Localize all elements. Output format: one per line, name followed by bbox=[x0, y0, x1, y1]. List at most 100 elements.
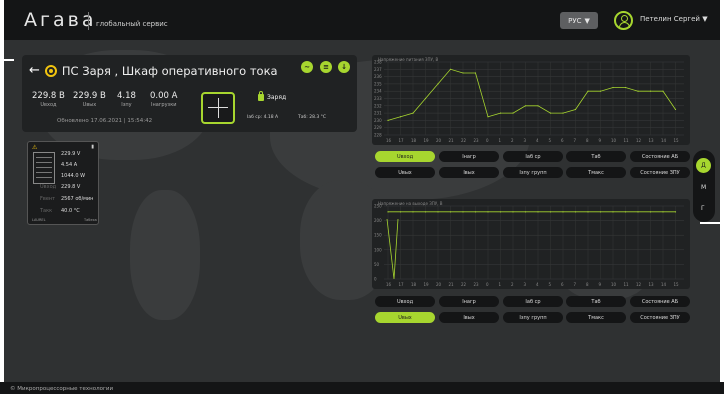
x-tick-label: 18 bbox=[411, 282, 417, 287]
x-tick-label: 2 bbox=[511, 282, 514, 287]
metric-value: 229.8 В bbox=[32, 91, 65, 101]
chart-svg: 25020015010050016 17 18 19 20 21 22 23 0 1 2 3 4 5 6 7 8… bbox=[374, 204, 684, 287]
x-tick-label: 14 bbox=[661, 138, 667, 143]
device-model: Табеха bbox=[84, 218, 97, 222]
x-tick-label: 7 bbox=[574, 138, 577, 143]
y-tick-label: 231 bbox=[374, 111, 382, 116]
x-tick-label: 3 bbox=[524, 282, 527, 287]
param-button[interactable]: Iзпу групп bbox=[503, 167, 563, 178]
param-button[interactable]: Uвход bbox=[375, 296, 435, 307]
x-tick-label: 23 bbox=[474, 138, 480, 143]
app-logo[interactable]: Агава bbox=[24, 9, 96, 31]
page-title: ← ПС Заря , Шкаф оперативного тока bbox=[29, 63, 278, 78]
lock-icon bbox=[258, 91, 264, 101]
metric-label: Uвых bbox=[82, 102, 97, 108]
y-tick-label: 50 bbox=[374, 262, 380, 267]
param-button[interactable]: Iаб ср bbox=[503, 151, 563, 162]
charge-status: Заряд bbox=[258, 91, 286, 101]
back-arrow-icon[interactable]: ← bbox=[29, 63, 40, 78]
device-value: 40.0 °С bbox=[61, 208, 80, 214]
metric-value: 229.9 В bbox=[73, 91, 106, 101]
y-tick-label: 228 bbox=[374, 133, 382, 138]
y-tick-label: 100 bbox=[374, 247, 382, 252]
param-button[interactable]: Iаб ср bbox=[503, 296, 563, 307]
device-value: 1044.0 W bbox=[61, 173, 86, 179]
period-switch: Д М Г bbox=[693, 150, 715, 222]
user-name: Петелин Сергей bbox=[640, 15, 700, 23]
param-button[interactable]: Uвход bbox=[375, 151, 435, 162]
metric-uout: 229.9 В Uвых bbox=[73, 91, 106, 108]
param-button[interactable]: Состояние АБ bbox=[630, 296, 690, 307]
param-button[interactable]: Iзпу групп bbox=[503, 312, 563, 323]
user-menu[interactable]: Петелин Сергей ▼ bbox=[640, 15, 708, 23]
x-tick-label: 10 bbox=[611, 138, 617, 143]
param-button[interactable]: Tаб bbox=[566, 296, 626, 307]
x-tick-label: 4 bbox=[536, 138, 539, 143]
y-tick-label: 200 bbox=[374, 218, 382, 223]
x-tick-label: 21 bbox=[449, 282, 455, 287]
device-panel[interactable]: ⚠ ▮ 229.9 V 4.54 A 1044.0 W Uвход 229.8 … bbox=[27, 141, 99, 225]
device-value: 229.8 V bbox=[61, 184, 81, 190]
x-tick-label: 17 bbox=[399, 282, 405, 287]
param-button[interactable]: Состояние АБ bbox=[630, 151, 690, 162]
param-button[interactable]: Tмакс bbox=[566, 312, 626, 323]
right-edge bbox=[720, 0, 724, 394]
device-label: Uвход bbox=[40, 184, 57, 190]
download-icon[interactable]: ↓ bbox=[338, 61, 350, 73]
x-tick-label: 20 bbox=[436, 282, 442, 287]
device-value: 4.54 A bbox=[61, 162, 78, 168]
metric-iload: 0.00 А Iнагрузки bbox=[150, 91, 177, 108]
x-tick-label: 8 bbox=[586, 138, 589, 143]
x-tick-label: 5 bbox=[549, 138, 552, 143]
x-tick-label: 20 bbox=[436, 138, 442, 143]
metric-value: 0.00 А bbox=[150, 91, 178, 101]
y-tick-label: 237 bbox=[374, 67, 382, 72]
device-label: Fвент bbox=[40, 196, 56, 202]
x-tick-label: 22 bbox=[461, 282, 467, 287]
x-tick-label: 23 bbox=[474, 282, 480, 287]
param-button[interactable]: Tмакс bbox=[566, 167, 626, 178]
device-value: 229.9 V bbox=[61, 151, 81, 157]
period-year[interactable]: Г bbox=[701, 205, 705, 212]
cabinet-icon[interactable] bbox=[201, 92, 235, 124]
wave-icon[interactable]: ~ bbox=[301, 61, 313, 73]
list-icon[interactable]: ≡ bbox=[320, 61, 332, 73]
series-drop bbox=[386, 218, 399, 280]
top-bar: Агава глобальный сервис РУС ▼ Петелин Сер… bbox=[0, 0, 724, 40]
rack-icon bbox=[33, 152, 55, 184]
param-button[interactable]: Iвых bbox=[439, 312, 499, 323]
x-tick-label: 16 bbox=[386, 138, 392, 143]
page-title-text: ПС Заря , Шкаф оперативного тока bbox=[61, 63, 278, 78]
user-avatar-icon[interactable] bbox=[614, 11, 633, 30]
device-brand: LAUREL bbox=[32, 218, 46, 222]
y-tick-label: 236 bbox=[374, 74, 382, 79]
y-tick-label: 234 bbox=[374, 89, 382, 94]
param-button[interactable]: Uвых bbox=[375, 167, 435, 178]
param-button[interactable]: Состояние ЗПУ bbox=[630, 167, 690, 178]
x-tick-label: 13 bbox=[649, 138, 655, 143]
param-button[interactable]: Iнагр bbox=[439, 151, 499, 162]
language-select[interactable]: РУС ▼ bbox=[560, 12, 598, 29]
left-notch bbox=[4, 59, 14, 61]
param-button[interactable]: Uвых bbox=[375, 312, 435, 323]
device-value: 2567 об/мин bbox=[61, 196, 94, 202]
param-button[interactable]: Tаб bbox=[566, 151, 626, 162]
x-tick-label: 11 bbox=[624, 282, 630, 287]
metric-izpu: 4.18 Iзпу bbox=[117, 91, 136, 108]
param-button[interactable]: Iнагр bbox=[439, 296, 499, 307]
divider bbox=[88, 12, 89, 30]
iab-value: Iаб ср: 4.18 А bbox=[247, 115, 279, 120]
x-tick-label: 2 bbox=[511, 138, 514, 143]
y-tick-label: 250 bbox=[374, 204, 382, 209]
metric-value: 4.18 bbox=[117, 91, 136, 101]
param-button[interactable]: Состояние ЗПУ bbox=[630, 312, 690, 323]
period-month[interactable]: М bbox=[701, 184, 706, 191]
x-tick-label: 18 bbox=[411, 138, 417, 143]
y-tick-label: 235 bbox=[374, 81, 382, 86]
chart-output-voltage: Напряжение на выходе ЗПУ, В 250 200 150 100… bbox=[372, 199, 690, 289]
param-button[interactable]: Iвых bbox=[439, 167, 499, 178]
metric-label: Iнагрузки bbox=[150, 102, 177, 108]
period-day[interactable]: Д bbox=[696, 158, 711, 173]
metric-label: Iзпу bbox=[121, 102, 132, 108]
x-tick-label: 0 bbox=[486, 282, 489, 287]
